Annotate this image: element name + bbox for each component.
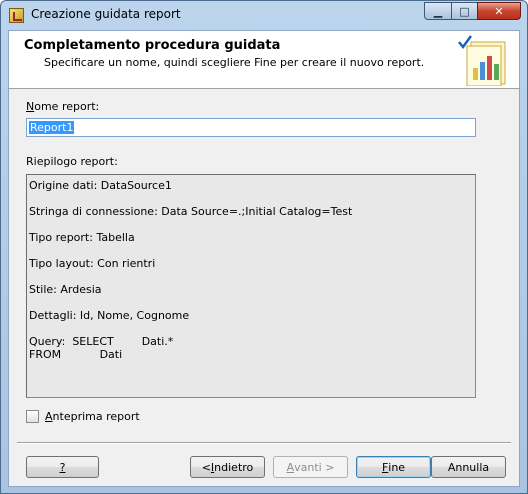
wizard-graphic-icon (458, 35, 506, 86)
report-name-label: Nome report: (26, 100, 100, 113)
summary-line: Origine dati: DataSource1 (29, 179, 172, 192)
summary-line: Stile: Ardesia (29, 283, 102, 296)
minimize-button[interactable]: ▁ (424, 2, 451, 20)
title-bar[interactable]: Creazione guidata report ▁ □ ✕ (1, 1, 527, 29)
preview-report-label: Anteprima report (45, 410, 140, 423)
caption-buttons: ▁ □ ✕ (424, 2, 521, 20)
summary-line: Tipo layout: Con rientri (29, 257, 156, 270)
summary-line: Dettagli: Id, Nome, Cognome (29, 309, 190, 322)
summary-line: Query: SELECT Dati.* FROM Dati (29, 335, 174, 361)
report-wizard-icon (9, 8, 24, 23)
footer-separator (17, 442, 511, 444)
next-button[interactable]: Avanti > (273, 456, 348, 478)
help-button[interactable]: ? (26, 456, 99, 478)
maximize-icon: □ (459, 4, 470, 18)
cancel-button[interactable]: Annulla (431, 456, 506, 478)
close-button[interactable]: ✕ (477, 2, 521, 20)
page-subtitle: Specificare un nome, quindi scegliere Fi… (44, 56, 425, 69)
preview-report-checkbox[interactable] (26, 410, 39, 423)
window-title: Creazione guidata report (31, 7, 181, 21)
wizard-header: Completamento procedura guidata Specific… (9, 31, 519, 89)
close-icon: ✕ (494, 4, 504, 18)
wizard-client-area: Completamento procedura guidata Specific… (8, 30, 520, 487)
minimize-icon: ▁ (433, 4, 443, 18)
report-name-input[interactable]: Report1 (26, 118, 476, 137)
report-name-value: Report1 (29, 121, 75, 134)
summary-line: Tipo report: Tabella (29, 231, 135, 244)
summary-textbox[interactable]: Origine dati: DataSource1 Stringa di conn… (26, 174, 476, 398)
summary-line: Stringa di connessione: Data Source=.;In… (29, 205, 353, 218)
back-button[interactable]: < Indietro (190, 456, 265, 478)
page-title: Completamento procedura guidata (24, 38, 281, 53)
summary-label: Riepilogo report: (26, 155, 118, 168)
maximize-button[interactable]: □ (451, 2, 477, 20)
preview-report-row[interactable]: Anteprima report (26, 410, 140, 423)
finish-button[interactable]: Fine (356, 456, 431, 478)
wizard-window: Creazione guidata report ▁ □ ✕ Completam… (0, 0, 528, 494)
